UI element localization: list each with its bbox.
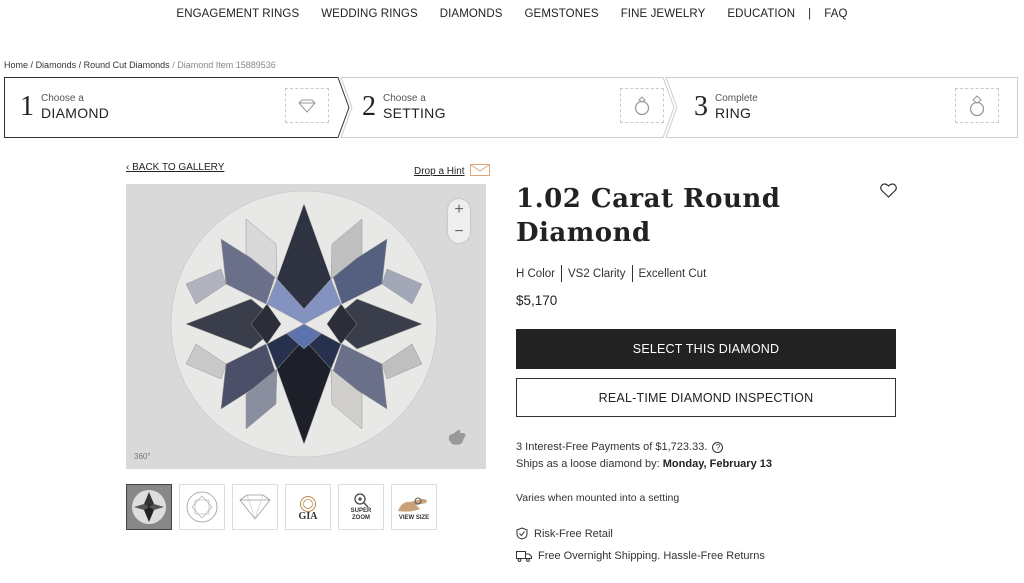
step-title: DIAMOND — [41, 105, 110, 121]
breadcrumb-sep: / — [78, 60, 82, 70]
main-nav: ENGAGEMENT RINGS WEDDING RINGS DIAMONDS … — [0, 8, 1024, 20]
step-title: RING — [715, 105, 752, 121]
installments-text: 3 Interest-Free Payments of $1,723.33. — [516, 441, 708, 453]
step-number: 2 — [362, 91, 376, 122]
ship-label: Ships as a loose diamond by: — [516, 458, 660, 470]
heart-icon[interactable] — [880, 183, 897, 203]
step-title: SETTING — [383, 105, 446, 121]
perk-risk-free: Risk-Free Retail — [516, 527, 613, 540]
spec-color: H Color — [516, 267, 555, 280]
thumb-side-diagram[interactable] — [232, 484, 278, 530]
title-line-2: Diamond — [516, 218, 651, 248]
zoom-out-button[interactable]: − — [448, 221, 470, 243]
zoom-control: + − — [448, 199, 470, 243]
thumb-view-size[interactable]: VIEW SIZE — [391, 484, 437, 530]
360-icon[interactable]: 360° — [134, 452, 151, 461]
step-number: 1 — [20, 91, 34, 122]
diamond-image — [170, 190, 438, 458]
question-icon[interactable]: ? — [712, 441, 724, 453]
ring-setting-icon — [620, 88, 664, 123]
step-caption: Complete — [715, 93, 758, 104]
varies-note: Varies when mounted into a setting — [516, 492, 680, 504]
shield-check-icon — [516, 527, 528, 540]
drop-a-hint-link[interactable]: Drop a Hint — [414, 164, 490, 179]
select-diamond-button[interactable]: SELECT THIS DIAMOND — [516, 329, 896, 369]
nav-separator: | — [808, 8, 812, 20]
breadcrumb-current: Diamond Item 15889536 — [177, 60, 276, 70]
complete-ring-icon — [955, 88, 999, 123]
spec-cut: Excellent Cut — [638, 267, 707, 280]
truck-icon — [516, 551, 532, 562]
divider — [631, 265, 633, 282]
spec-clarity: VS2 Clarity — [567, 267, 626, 280]
spec-summary: H Color VS2 Clarity Excellent Cut — [516, 265, 706, 282]
step-complete-ring[interactable]: 3 Complete RING — [678, 77, 1018, 138]
perk-label: Free Overnight Shipping. Hassle-Free Ret… — [538, 550, 765, 562]
step-number: 3 — [694, 91, 708, 122]
product-price: $5,170 — [516, 293, 558, 308]
perk-shipping: Free Overnight Shipping. Hassle-Free Ret… — [516, 550, 765, 562]
nav-wedding-rings[interactable]: WEDDING RINGS — [310, 8, 429, 20]
step-choose-diamond[interactable]: 1 Choose a DIAMOND — [4, 77, 344, 138]
product-title: 1.02 Carat Round Diamond — [516, 182, 816, 250]
back-label: BACK TO GALLERY — [132, 162, 225, 173]
nav-education[interactable]: EDUCATION — [716, 8, 806, 20]
breadcrumb-home[interactable]: Home — [4, 60, 28, 70]
hand-icon — [446, 426, 468, 451]
step-choose-setting[interactable]: 2 Choose a SETTING — [346, 77, 676, 138]
diamond-viewer[interactable]: + − 360° — [126, 184, 486, 469]
step-caption: Choose a — [383, 93, 426, 104]
back-to-gallery-link[interactable]: ‹ BACK TO GALLERY — [126, 162, 224, 173]
thumb-gia-certificate[interactable]: GIA — [285, 484, 331, 530]
thumb-label: VIEW SIZE — [398, 514, 430, 521]
hand-ring-icon — [398, 497, 427, 512]
breadcrumb-sep: / — [30, 60, 34, 70]
thumbnail-strip: GIA SUPER ZOOM VIEW SIZE — [126, 484, 437, 530]
step-caption: Choose a — [41, 93, 84, 104]
thumb-label: SUPER ZOOM — [350, 508, 372, 521]
perk-label: Risk-Free Retail — [534, 527, 613, 540]
breadcrumb-diamonds[interactable]: Diamonds — [36, 60, 77, 70]
breadcrumb-sep: / — [172, 60, 175, 70]
breadcrumb-round-cut[interactable]: Round Cut Diamonds — [84, 60, 170, 70]
magnifier-plus-icon — [354, 493, 369, 508]
gia-seal-icon — [300, 495, 316, 512]
envelope-heart-icon — [469, 164, 490, 179]
diamond-inspection-button[interactable]: REAL-TIME DIAMOND INSPECTION — [516, 378, 896, 417]
thumb-super-zoom[interactable]: SUPER ZOOM — [338, 484, 384, 530]
ship-date: Monday, February 13 — [662, 458, 772, 470]
diamond-outline-icon — [285, 88, 329, 123]
divider — [560, 265, 562, 282]
payment-info: 3 Interest-Free Payments of $1,723.33. ?… — [516, 439, 772, 473]
title-line-1: 1.02 Carat Round — [516, 184, 781, 214]
thumb-top-diagram[interactable] — [179, 484, 225, 530]
thumb-diamond-photo[interactable] — [126, 484, 172, 530]
nav-engagement-rings[interactable]: ENGAGEMENT RINGS — [165, 8, 310, 20]
thumb-label: GIA — [298, 510, 318, 522]
build-steps: 1 Choose a DIAMOND 2 Choose a SETTING 3 … — [4, 77, 1018, 138]
zoom-in-button[interactable]: + — [448, 199, 470, 221]
hint-label: Drop a Hint — [414, 166, 465, 177]
nav-fine-jewelry[interactable]: FINE JEWELRY — [610, 8, 717, 20]
nav-gemstones[interactable]: GEMSTONES — [514, 8, 610, 20]
nav-diamonds[interactable]: DIAMONDS — [429, 8, 514, 20]
breadcrumb: Home / Diamonds / Round Cut Diamonds / D… — [4, 60, 276, 70]
nav-faq[interactable]: FAQ — [813, 8, 858, 20]
